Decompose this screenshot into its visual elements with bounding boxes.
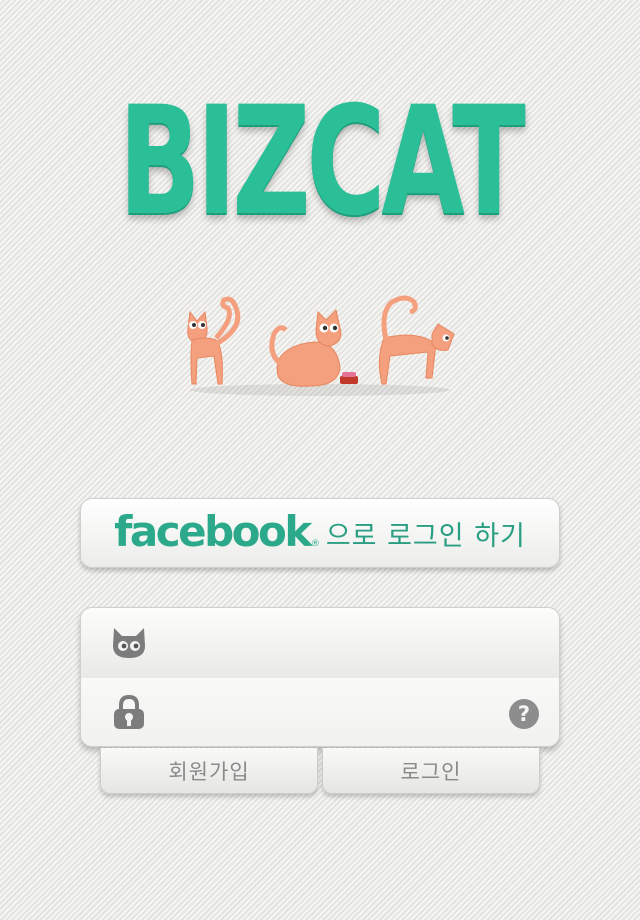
lock-icon bbox=[114, 695, 144, 729]
question-mark-icon[interactable]: ? bbox=[508, 698, 540, 730]
password-input[interactable] bbox=[161, 694, 495, 734]
app-logo: BIZCAT bbox=[118, 75, 525, 249]
facebook-login-button[interactable]: facebook ® 으로 로그인 하기 bbox=[80, 498, 560, 568]
registered-mark: ® bbox=[310, 539, 320, 549]
login-form: ? bbox=[80, 607, 560, 747]
svg-text:?: ? bbox=[518, 702, 530, 726]
cat-face-icon bbox=[113, 628, 145, 658]
login-button[interactable]: 로그인 bbox=[322, 748, 540, 794]
password-field-row: ? bbox=[81, 678, 559, 746]
three-cats-illustration bbox=[187, 295, 455, 396]
id-field-row bbox=[81, 608, 559, 679]
facebook-login-label: 으로 로그인 하기 bbox=[325, 520, 526, 552]
id-input[interactable] bbox=[161, 624, 495, 664]
signup-button[interactable]: 회원가입 bbox=[100, 748, 318, 794]
facebook-wordmark: facebook bbox=[114, 506, 312, 556]
